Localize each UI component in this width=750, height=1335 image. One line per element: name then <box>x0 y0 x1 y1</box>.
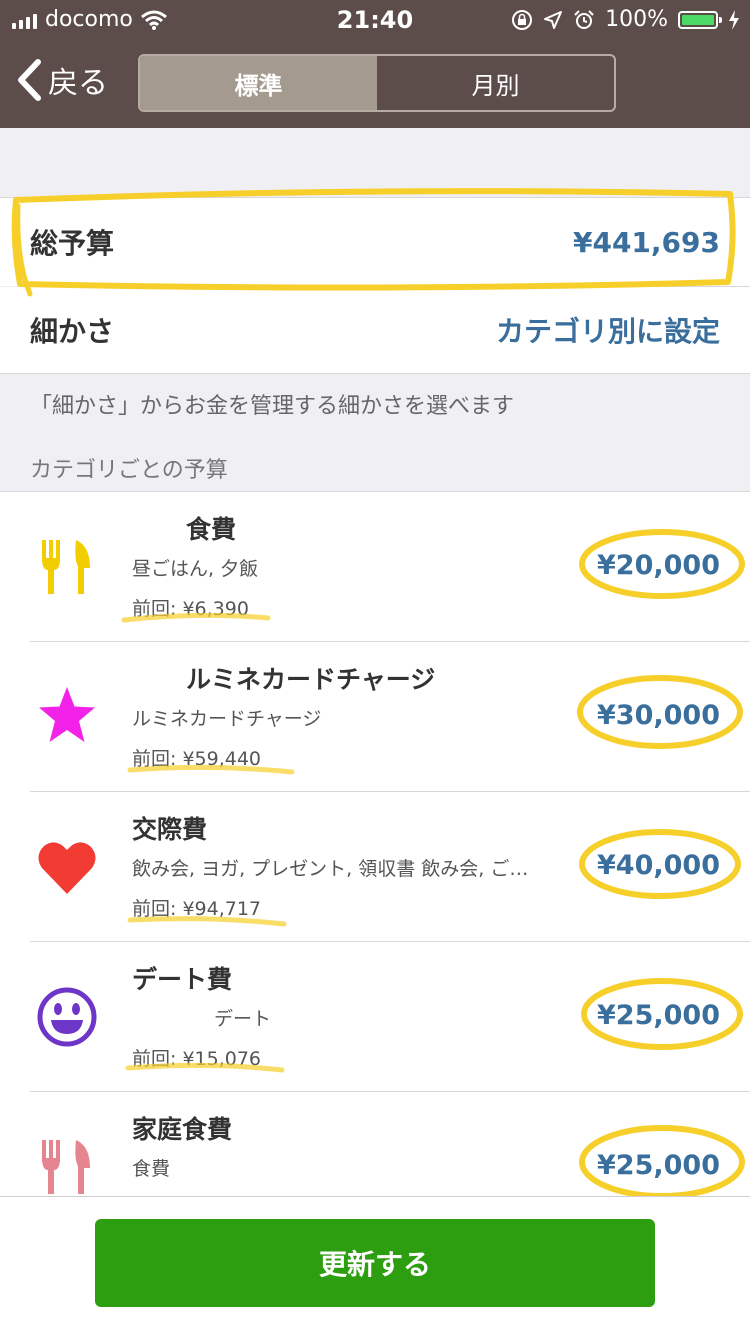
fork-knife-icon <box>42 1140 90 1194</box>
category-list: 食費 昼ごはん, 夕飯 前回: ¥6,390 ¥20,000 ルミネカードチャー… <box>0 492 750 1196</box>
budget-amount: ¥20,000 <box>597 550 720 581</box>
fork-knife-icon <box>42 540 90 594</box>
chevron-left-icon <box>18 59 41 101</box>
section-title: カテゴリごとの予算 <box>30 458 228 483</box>
location-icon <box>544 10 563 29</box>
budget-amount: ¥25,000 <box>597 1150 720 1181</box>
status-bar: docomo 21:40 100% <box>0 0 750 40</box>
budget-amount: ¥30,000 <box>597 700 720 731</box>
back-label: 戻る <box>48 66 108 101</box>
charging-icon <box>729 9 739 30</box>
category-sub: 昼ごはん, 夕飯 <box>132 558 259 580</box>
total-budget-value: ¥441,693 <box>572 225 720 259</box>
total-budget-row[interactable]: 総予算 ¥441,693 <box>0 198 750 286</box>
category-name: 食費 <box>186 515 237 544</box>
category-sub: デート <box>214 1008 272 1030</box>
previous-amount: 前回: ¥15,076 <box>132 1048 262 1070</box>
orientation-lock-icon <box>512 9 533 30</box>
smiley-icon <box>37 987 97 1047</box>
alarm-icon <box>574 9 594 29</box>
budget-amount: ¥40,000 <box>597 850 720 881</box>
status-right: 100% <box>511 7 740 32</box>
divider <box>0 373 750 374</box>
battery-percent: 100% <box>605 7 668 32</box>
previous-amount: 前回: ¥59,440 <box>132 748 262 770</box>
granularity-value: カテゴリ別に設定 <box>495 315 720 348</box>
star-icon <box>39 687 95 742</box>
granularity-row[interactable]: 細かさ カテゴリ別に設定 <box>0 287 750 373</box>
category-sub: ルミネカードチャージ <box>132 708 322 730</box>
list-item-food[interactable]: 食費 昼ごはん, 夕飯 前回: ¥6,390 ¥20,000 <box>0 492 750 642</box>
total-budget-label: 総予算 <box>30 227 115 260</box>
category-name: デート費 <box>132 965 233 994</box>
granularity-label: 細かさ <box>30 315 115 348</box>
category-sub: 飲み会, ヨガ, プレゼント, 領収書 飲み会, ご… <box>132 858 529 880</box>
battery-icon <box>678 10 722 29</box>
list-item-social[interactable]: 交際費 飲み会, ヨガ, プレゼント, 領収書 飲み会, ご… 前回: ¥94,… <box>0 792 750 942</box>
back-button[interactable]: 戻る <box>16 58 108 102</box>
granularity-note: 「細かさ」からお金を管理する細かさを選べます <box>30 394 515 419</box>
view-segment-control: 標準 月別 <box>138 54 616 112</box>
list-item-home-food[interactable]: 家庭食費 食費 ¥25,000 <box>0 1092 750 1196</box>
tab-monthly[interactable]: 月別 <box>377 56 614 110</box>
update-button[interactable]: 更新する <box>95 1219 655 1307</box>
category-name: 交際費 <box>132 815 208 844</box>
previous-amount: 前回: ¥94,717 <box>132 898 262 920</box>
list-item-lumine[interactable]: ルミネカードチャージ ルミネカードチャージ 前回: ¥59,440 ¥30,00… <box>0 642 750 792</box>
heart-icon <box>38 842 96 894</box>
footer: 更新する <box>0 1196 750 1335</box>
list-item-date[interactable]: デート費 デート 前回: ¥15,076 ¥25,000 <box>0 942 750 1092</box>
category-name: ルミネカードチャージ <box>186 665 436 694</box>
tab-standard[interactable]: 標準 <box>140 56 377 110</box>
previous-amount: 前回: ¥6,390 <box>132 598 249 620</box>
budget-amount: ¥25,000 <box>597 1000 720 1031</box>
category-sub: 食費 <box>132 1158 171 1180</box>
category-name: 家庭食費 <box>132 1115 233 1144</box>
nav-bar: 戻る 標準 月別 <box>0 40 750 128</box>
